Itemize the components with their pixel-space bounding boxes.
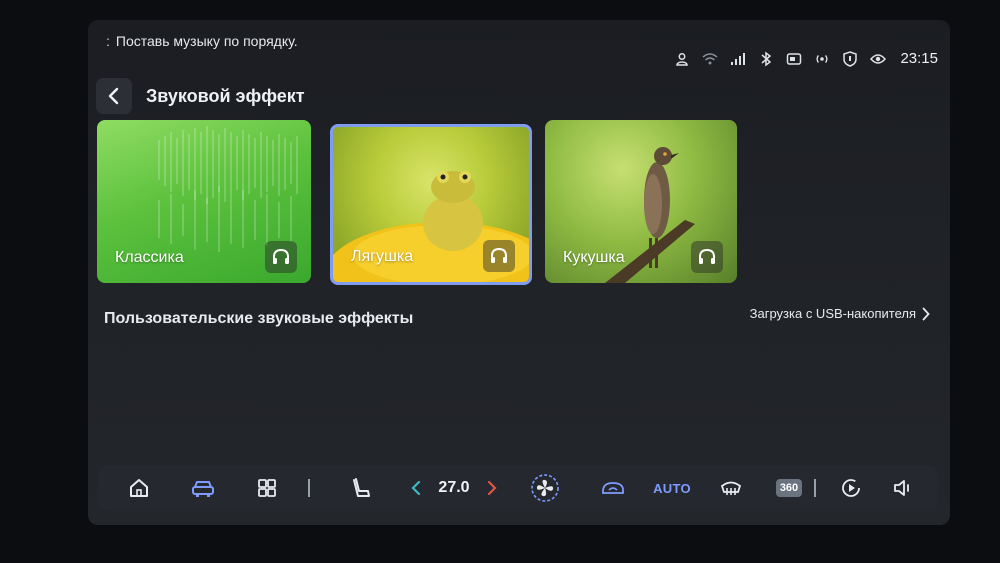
status-hint: : Поставь музыку по порядку. [106, 33, 298, 49]
wifi-icon [702, 51, 718, 67]
page-header: Звуковой эффект [96, 78, 305, 114]
user-icon[interactable] [674, 51, 690, 67]
bluetooth-icon [758, 51, 774, 67]
preview-button-classic[interactable] [265, 241, 297, 273]
headphones-icon [699, 248, 715, 264]
recirculation-button[interactable] [598, 465, 628, 511]
clock: 23:15 [900, 50, 938, 67]
view-360-button[interactable]: 360 [774, 465, 804, 511]
custom-effects-title: Пользовательские звуковые эффекты [104, 310, 414, 327]
status-dots: : [106, 33, 110, 49]
page-title: Звуковой эффект [146, 85, 305, 106]
voice-hint-text: Поставь музыку по порядку. [115, 33, 298, 49]
effect-card-classic[interactable]: Классика [97, 120, 311, 283]
chevron-left-icon [108, 87, 119, 105]
status-icons: 23:15 [674, 50, 938, 67]
signal-icon [730, 51, 746, 67]
home-button[interactable] [124, 465, 154, 511]
chevron-left-icon [411, 480, 421, 496]
effect-label-frog: Лягушка [351, 248, 414, 265]
temperature-display: 27.0 [434, 465, 474, 511]
temp-decrease-button[interactable] [406, 465, 426, 511]
temperature-value: 27.0 [438, 479, 470, 496]
bottom-dock: 27.0 AUTO 360 [98, 465, 938, 511]
seat-icon [353, 478, 370, 497]
headphones-icon [273, 248, 289, 264]
auto-label: AUTO [653, 480, 691, 496]
effect-label-cuckoo: Кукушка [563, 249, 625, 266]
media-icon [786, 51, 802, 67]
car-icon [192, 481, 214, 497]
temp-increase-button[interactable] [482, 465, 502, 511]
apps-button[interactable] [252, 465, 282, 511]
preview-button-frog[interactable] [483, 240, 515, 272]
effect-card-frog[interactable]: Лягушка [330, 124, 532, 285]
home-icon [130, 479, 148, 497]
car-button[interactable] [188, 465, 218, 511]
dock-divider [308, 479, 310, 497]
shield-icon [842, 50, 858, 67]
display: : Поставь музыку по порядку. 23:15 Звуко… [88, 20, 950, 525]
apps-icon [258, 479, 276, 497]
back-button[interactable] [96, 78, 132, 114]
defrost-button[interactable] [716, 465, 746, 511]
eye-icon [870, 51, 887, 67]
fan-icon [531, 474, 559, 502]
volume-icon [894, 480, 909, 496]
effect-card-cuckoo[interactable]: Кукушка [545, 120, 737, 283]
preview-button-cuckoo[interactable] [691, 241, 723, 273]
defrost-icon [720, 481, 742, 495]
chevron-right-icon [487, 480, 497, 496]
chevron-right-icon [922, 307, 930, 320]
headphones-icon [491, 247, 507, 263]
auto-ac-button[interactable]: AUTO [653, 465, 691, 511]
view-360-label: 360 [775, 479, 803, 497]
seat-button[interactable] [346, 465, 376, 511]
media-play-button[interactable] [836, 465, 866, 511]
effect-label-classic: Классика [115, 249, 184, 266]
dock-divider [814, 479, 816, 497]
usb-load-label: Загрузка с USB-накопителя [749, 306, 916, 321]
recirculation-icon [602, 482, 624, 494]
fan-button[interactable] [528, 465, 562, 511]
volume-button[interactable] [888, 465, 918, 511]
radio-icon [814, 51, 830, 67]
play-icon [842, 479, 860, 497]
usb-load-link[interactable]: Загрузка с USB-накопителя [750, 306, 930, 321]
